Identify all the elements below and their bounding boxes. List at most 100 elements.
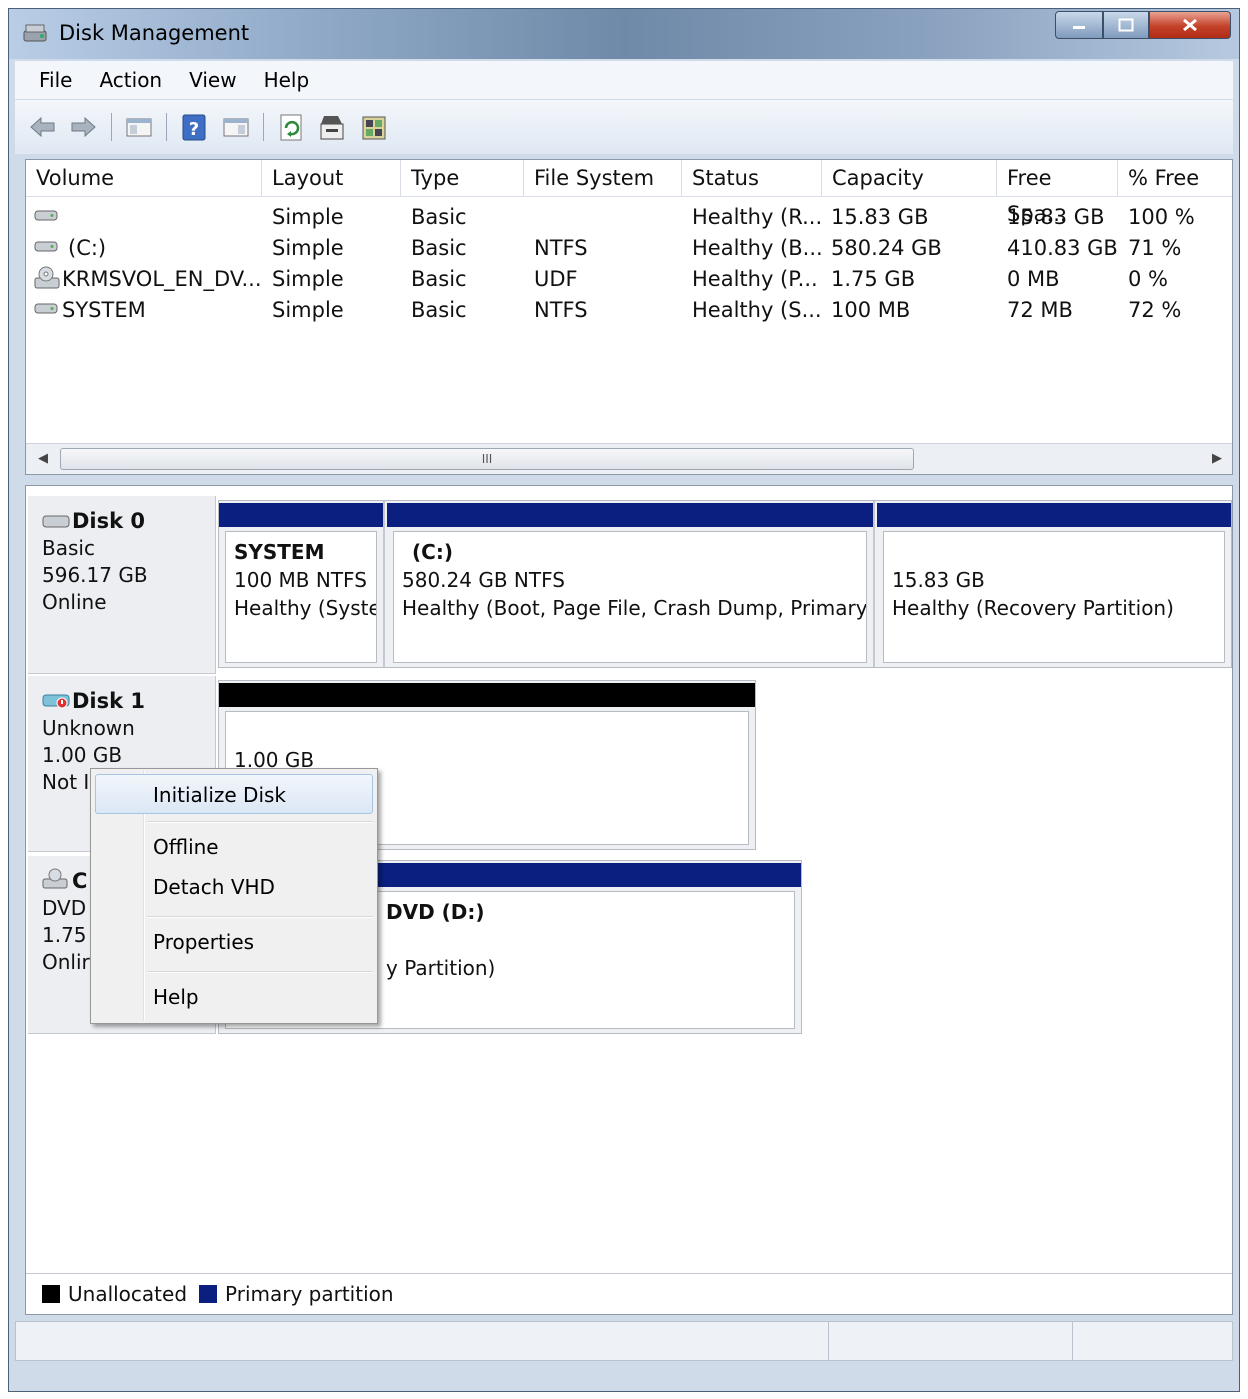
primary-partition-bar xyxy=(387,503,873,527)
volume-percent-free: 72 % xyxy=(1128,298,1182,322)
menu-item-offline[interactable]: Offline xyxy=(153,835,219,859)
column-header-capacity[interactable]: Capacity xyxy=(822,160,997,196)
rescan-disks-icon[interactable] xyxy=(360,112,390,142)
maximize-button[interactable] xyxy=(1103,11,1149,39)
partition-system[interactable]: SYSTEM 100 MB NTFS Healthy (Syste xyxy=(219,501,385,667)
volume-type: Basic xyxy=(411,267,467,291)
volume-type: Basic xyxy=(411,298,467,322)
cd-drive-icon xyxy=(34,266,60,297)
volume-layout: Simple xyxy=(272,205,344,229)
column-header-type[interactable]: Type xyxy=(401,160,524,196)
partition-name: SYSTEM xyxy=(234,540,325,564)
volume-capacity: 15.83 GB xyxy=(831,205,929,229)
drive-icon xyxy=(34,235,60,266)
volume-row[interactable]: (C:) Simple Basic NTFS Healthy (B... 580… xyxy=(26,233,1232,264)
volume-free-space: 72 MB xyxy=(1007,298,1073,322)
scroll-right-arrow-icon[interactable]: ▶ xyxy=(1212,451,1222,466)
partition-body: 15.83 GB Healthy (Recovery Partition) xyxy=(883,531,1225,663)
svg-text:?: ? xyxy=(189,119,199,140)
volume-free-space: 410.83 GB xyxy=(1007,236,1118,260)
primary-partition-swatch xyxy=(199,1285,218,1303)
volume-type: Basic xyxy=(411,236,467,260)
menu-action[interactable]: Action xyxy=(89,68,179,92)
horizontal-scrollbar[interactable]: ◀ III ▶ xyxy=(26,443,1232,474)
partition-name: DVD (D:) xyxy=(386,900,485,924)
partition-name: (C:) xyxy=(412,540,453,564)
volume-row[interactable]: Simple Basic Healthy (R... 15.83 GB 15.8… xyxy=(26,202,1232,233)
volume-capacity: 1.75 GB xyxy=(831,267,916,291)
column-header-percent-free[interactable]: % Free xyxy=(1118,160,1234,196)
volume-capacity: 100 MB xyxy=(831,298,911,322)
drive-icon xyxy=(34,204,60,235)
volume-list: Volume Layout Type File System Status Ca… xyxy=(25,159,1233,475)
volume-status: Healthy (R... xyxy=(692,205,823,229)
status-bar-segment xyxy=(828,1322,829,1360)
menu-view[interactable]: View xyxy=(179,68,253,92)
toolbar-separator xyxy=(111,113,112,141)
status-bar-segment xyxy=(1072,1322,1073,1360)
menu-separator xyxy=(147,821,373,823)
menu-item-help[interactable]: Help xyxy=(153,985,199,1009)
partition-recovery[interactable]: 15.83 GB Healthy (Recovery Partition) xyxy=(877,501,1231,667)
menu-help[interactable]: Help xyxy=(254,68,327,92)
menu-item-detach-vhd[interactable]: Detach VHD xyxy=(153,875,275,899)
column-header-free-space[interactable]: Free Spa... xyxy=(997,160,1118,226)
menu-separator xyxy=(147,971,373,973)
disk-management-window: Disk Management File Action View Help ? … xyxy=(8,8,1240,1392)
column-header-layout[interactable]: Layout xyxy=(262,160,401,196)
partition-status: Healthy (Boot, Page File, Crash Dump, Pr… xyxy=(402,596,867,620)
column-header-status[interactable]: Status xyxy=(682,160,822,196)
primary-partition-bar xyxy=(219,503,383,527)
volume-name: (C:) xyxy=(68,236,107,260)
volume-layout: Simple xyxy=(272,236,344,260)
volume-file-system: NTFS xyxy=(534,298,588,322)
volume-percent-free: 100 % xyxy=(1128,205,1195,229)
window-title: Disk Management xyxy=(59,21,250,45)
scroll-left-arrow-icon[interactable]: ◀ xyxy=(38,451,48,466)
minimize-button[interactable] xyxy=(1055,11,1103,39)
title-bar[interactable]: Disk Management xyxy=(9,9,1239,59)
virtual-disk-icon xyxy=(42,690,70,709)
back-arrow-icon[interactable] xyxy=(27,112,57,142)
menu-file[interactable]: File xyxy=(15,68,89,92)
drive-icon xyxy=(34,297,60,328)
properties-icon[interactable] xyxy=(318,112,348,142)
volume-layout: Simple xyxy=(272,298,344,322)
disk-1-kind: Unknown xyxy=(42,716,135,740)
volume-status: Healthy (S... xyxy=(692,298,822,322)
column-header-file-system[interactable]: File System xyxy=(524,160,682,196)
show-hide-console-tree-icon[interactable] xyxy=(124,112,154,142)
context-menu: Initialize Disk Offline Detach VHD Prope… xyxy=(90,768,378,1024)
volume-row[interactable]: SYSTEM Simple Basic NTFS Healthy (S... 1… xyxy=(26,295,1232,326)
menu-item-properties[interactable]: Properties xyxy=(153,930,254,954)
partition-size: 580.24 GB NTFS xyxy=(402,568,565,592)
forward-arrow-icon[interactable] xyxy=(69,112,99,142)
show-hide-action-pane-icon[interactable] xyxy=(221,112,251,142)
partition-size: 100 MB NTFS xyxy=(234,568,367,592)
partition-name xyxy=(892,538,1216,566)
volume-name: KRMSVOL_EN_DV... xyxy=(62,267,262,291)
menu-item-initialize-disk[interactable]: Initialize Disk xyxy=(95,774,373,814)
volume-row[interactable]: KRMSVOL_EN_DV... Simple Basic UDF Health… xyxy=(26,264,1232,295)
toolbar-separator xyxy=(166,113,167,141)
status-bar xyxy=(15,1321,1233,1361)
volume-file-system: UDF xyxy=(534,267,578,291)
disk-1-size: 1.00 GB xyxy=(42,743,123,767)
help-icon[interactable]: ? xyxy=(179,112,209,142)
column-header-volume[interactable]: Volume xyxy=(26,160,262,196)
refresh-icon[interactable] xyxy=(276,112,306,142)
close-button[interactable] xyxy=(1149,11,1231,39)
disk-1-name: Disk 1 xyxy=(72,689,146,713)
toolbar: ? xyxy=(15,100,1233,154)
disk-0-kind: Basic xyxy=(42,536,95,560)
partition-status: Healthy (Syste xyxy=(234,596,377,620)
disk-0-size: 596.17 GB xyxy=(42,563,148,587)
scrollbar-thumb[interactable]: III xyxy=(60,448,914,470)
disk-0-label[interactable]: Disk 0 Basic 596.17 GB Online xyxy=(28,496,216,674)
partition-size: 15.83 GB xyxy=(892,568,985,592)
volume-free-space: 0 MB xyxy=(1007,267,1060,291)
partition-c-drive[interactable]: (C:) 580.24 GB NTFS Healthy (Boot, Page … xyxy=(387,501,875,667)
unallocated-bar xyxy=(219,683,755,707)
